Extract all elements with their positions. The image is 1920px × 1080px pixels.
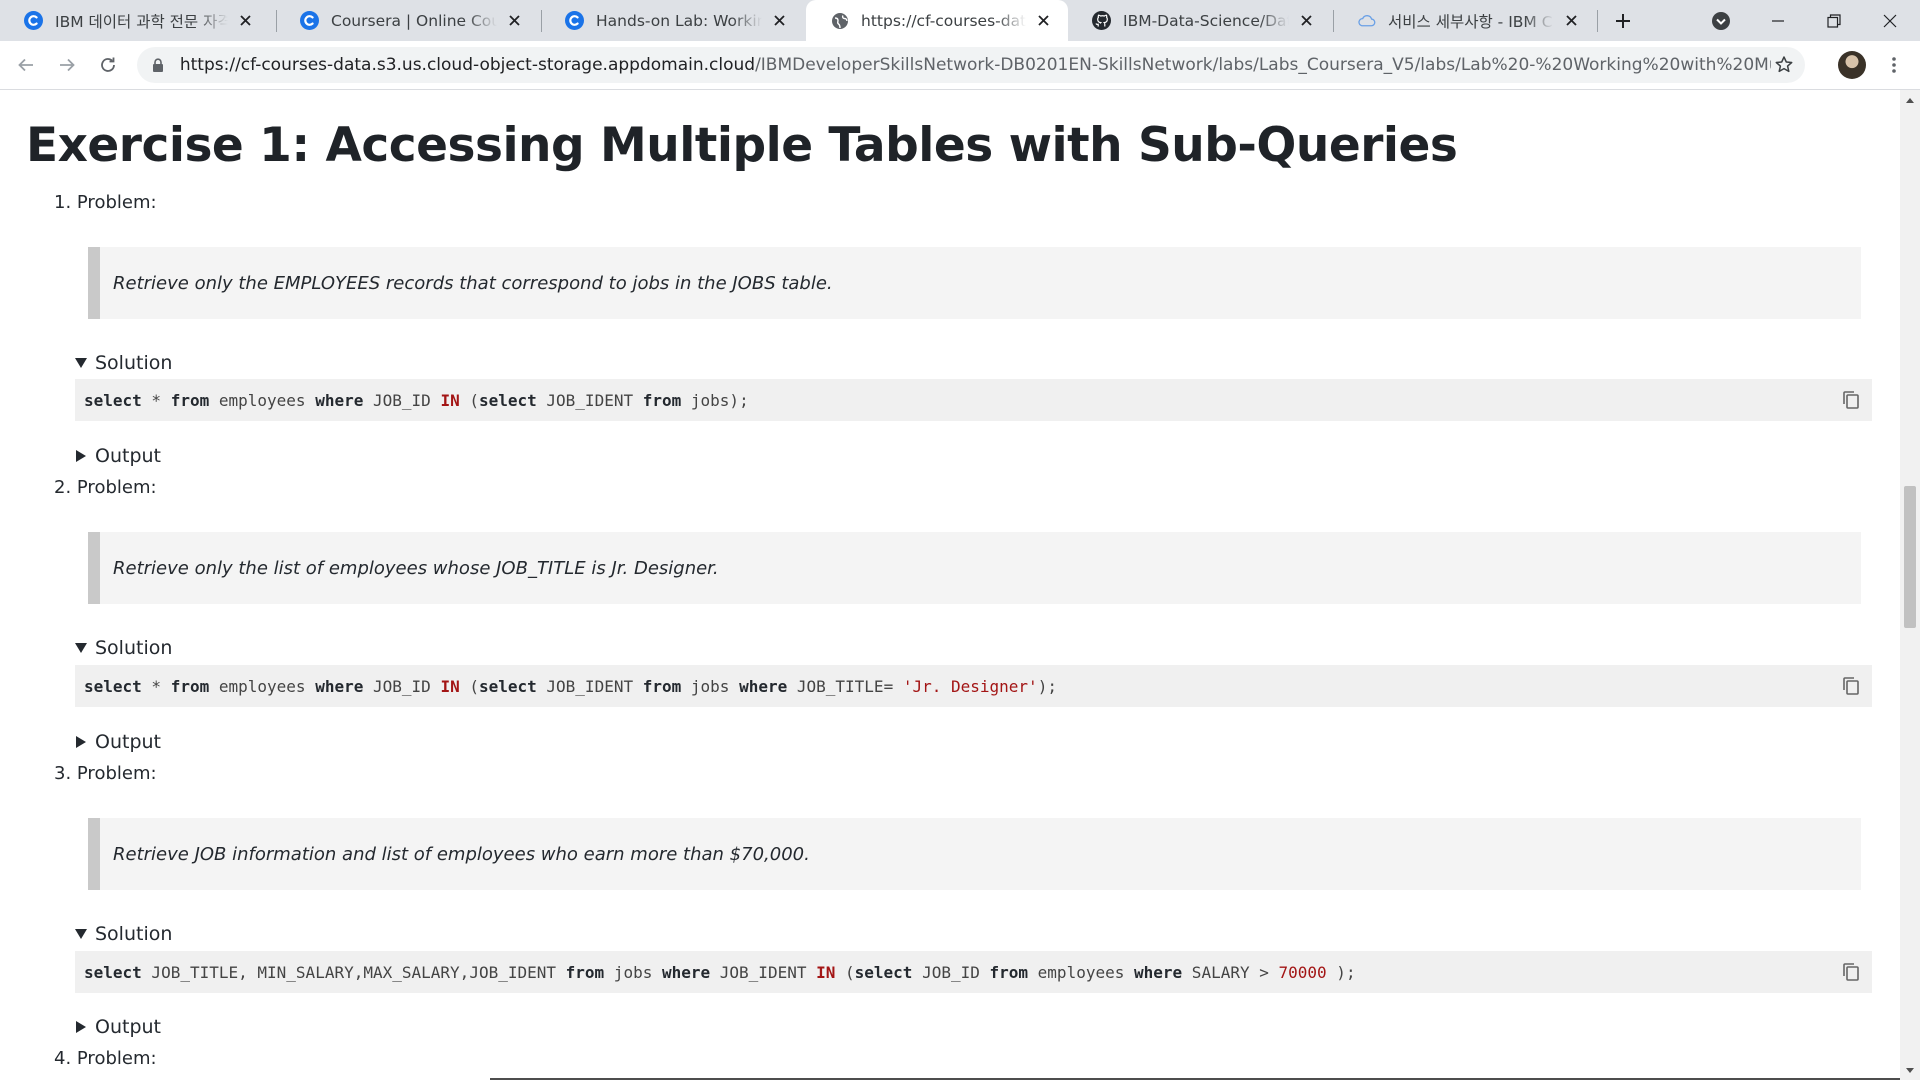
url-text[interactable]: https://cf-courses-data.s3.us.cloud-obje…: [180, 55, 1771, 75]
triangle-down-icon: [75, 641, 87, 655]
tab-title: IBM-Data-Science/Databases: [1123, 11, 1289, 30]
problem-3-quote: Retrieve JOB information and list of emp…: [88, 818, 1861, 890]
problem-2-text: Retrieve only the list of employees whos…: [113, 557, 719, 579]
code-text: select * from employees where JOB_ID IN …: [84, 390, 749, 410]
problem-1-code-block: select * from employees where JOB_ID IN …: [75, 379, 1872, 421]
reload-icon: [101, 57, 115, 72]
arrow-left-icon: [18, 58, 33, 72]
output-label: Output: [95, 1016, 161, 1038]
problem-1-label: 1. Problem:: [54, 192, 157, 213]
chevron-down-icon: [1712, 12, 1730, 30]
tab-title: https://cf-courses-data.s3.us.cloud: [861, 11, 1026, 30]
problem-3-text: Retrieve JOB information and list of emp…: [113, 843, 810, 865]
copy-icon[interactable]: [1840, 675, 1862, 697]
url-host: https://cf-courses-data.s3.us.cloud-obje…: [179, 55, 756, 75]
triangle-right-icon: [75, 449, 87, 463]
solution-label: Solution: [95, 923, 173, 945]
output-label: Output: [95, 445, 161, 467]
tab-github[interactable]: IBM-Data-Science/Databases: [1068, 0, 1331, 41]
close-icon[interactable]: [1295, 10, 1317, 32]
problem-4-label: 4. Problem:: [54, 1048, 157, 1069]
problem-1-quote: Retrieve only the EMPLOYEES records that…: [88, 247, 1861, 319]
triangle-right-icon: [75, 735, 87, 749]
triangle-down-icon: [75, 927, 87, 941]
scroll-down-arrow-icon[interactable]: [1900, 1062, 1920, 1078]
coursera-icon: [24, 11, 43, 30]
tab-coursera[interactable]: Coursera | Online Courses & Credentials: [276, 0, 539, 41]
back-button[interactable]: [10, 49, 42, 81]
tab-hands-on-lab[interactable]: Hands-on Lab: Working with Multiple Tabl…: [541, 0, 804, 41]
restore-button[interactable]: [1806, 0, 1862, 41]
globe-icon: [830, 11, 849, 30]
browser-toolbar: https://cf-courses-data.s3.us.cloud-obje…: [0, 41, 1920, 90]
code-text: select * from employees where JOB_ID IN …: [84, 676, 1057, 696]
problem-3-code-block: select JOB_TITLE, MIN_SALARY,MAX_SALARY,…: [75, 951, 1872, 993]
lock-icon: [151, 57, 166, 73]
tab-ibm-certificate[interactable]: IBM 데이터 과학 전문 자격증: [0, 0, 270, 41]
problem-1-text: Retrieve only the EMPLOYEES records that…: [113, 272, 833, 294]
problem-2-label: 2. Problem:: [54, 477, 157, 498]
tab-title: IBM 데이터 과학 전문 자격증: [55, 12, 228, 31]
scroll-thumb[interactable]: [1904, 486, 1916, 628]
close-window-button[interactable]: [1862, 0, 1918, 41]
tab-search-button[interactable]: [1707, 7, 1735, 35]
browser-menu-button[interactable]: [1880, 51, 1908, 79]
cloud-icon: [1357, 11, 1376, 30]
tab-divider: [1597, 10, 1598, 32]
tab-title: Hands-on Lab: Working with Multiple Tabl…: [596, 11, 762, 30]
tab-title: Coursera | Online Courses & Credentials: [331, 11, 497, 30]
reload-button[interactable]: [92, 49, 124, 81]
triangle-down-icon: [75, 356, 87, 370]
github-icon: [1092, 11, 1111, 30]
solution-label: Solution: [95, 637, 173, 659]
tab-strip: IBM 데이터 과학 전문 자격증 Coursera | Online Cour…: [0, 0, 1920, 41]
page-content: Exercise 1: Accessing Multiple Tables wi…: [0, 90, 1900, 1080]
scroll-up-arrow-icon[interactable]: [1900, 92, 1920, 108]
plus-icon: [1616, 14, 1630, 28]
minimize-button[interactable]: [1750, 0, 1806, 41]
coursera-icon: [300, 11, 319, 30]
problem-3-output-toggle[interactable]: Output: [75, 1016, 161, 1038]
tab-title: 서비스 세부사항 - IBM Cloud: [1388, 12, 1554, 31]
output-label: Output: [95, 731, 161, 753]
address-bar[interactable]: https://cf-courses-data.s3.us.cloud-obje…: [137, 47, 1805, 83]
tab-active-cf-courses[interactable]: https://cf-courses-data.s3.us.cloud: [806, 0, 1068, 41]
copy-icon[interactable]: [1840, 389, 1862, 411]
close-icon[interactable]: [503, 10, 525, 32]
more-vertical-icon: [1892, 57, 1896, 73]
problem-2-output-toggle[interactable]: Output: [75, 731, 161, 753]
tab-ibm-cloud[interactable]: 서비스 세부사항 - IBM Cloud: [1333, 0, 1596, 41]
minimize-icon: [1772, 19, 1784, 22]
avatar[interactable]: [1838, 51, 1866, 79]
forward-button[interactable]: [51, 49, 83, 81]
page-title: Exercise 1: Accessing Multiple Tables wi…: [26, 118, 1458, 173]
arrow-right-icon: [60, 58, 75, 72]
restore-icon: [1827, 13, 1841, 28]
close-icon[interactable]: [1560, 10, 1582, 32]
close-icon: [1883, 14, 1897, 27]
problem-3-solution-toggle[interactable]: Solution: [75, 923, 172, 945]
code-text: select JOB_TITLE, MIN_SALARY,MAX_SALARY,…: [84, 962, 1356, 982]
problem-3-label: 3. Problem:: [54, 763, 157, 784]
close-icon[interactable]: [234, 10, 256, 32]
solution-label: Solution: [95, 352, 173, 374]
triangle-right-icon: [75, 1020, 87, 1034]
problem-1-solution-toggle[interactable]: Solution: [75, 352, 172, 374]
problem-2-solution-toggle[interactable]: Solution: [75, 637, 172, 659]
new-tab-button[interactable]: [1609, 9, 1637, 33]
problem-2-code-block: select * from employees where JOB_ID IN …: [75, 665, 1872, 707]
coursera-icon: [565, 11, 584, 30]
problem-2-quote: Retrieve only the list of employees whos…: [88, 532, 1861, 604]
vertical-scrollbar[interactable]: [1900, 90, 1920, 1080]
copy-icon[interactable]: [1840, 961, 1862, 983]
close-icon[interactable]: [768, 10, 790, 32]
bookmark-star-icon[interactable]: [1771, 51, 1797, 79]
problem-1-output-toggle[interactable]: Output: [75, 445, 161, 467]
close-icon[interactable]: [1032, 10, 1054, 32]
url-path: /IBMDeveloperSkillsNetwork-DB0201EN-Skil…: [755, 55, 1771, 75]
